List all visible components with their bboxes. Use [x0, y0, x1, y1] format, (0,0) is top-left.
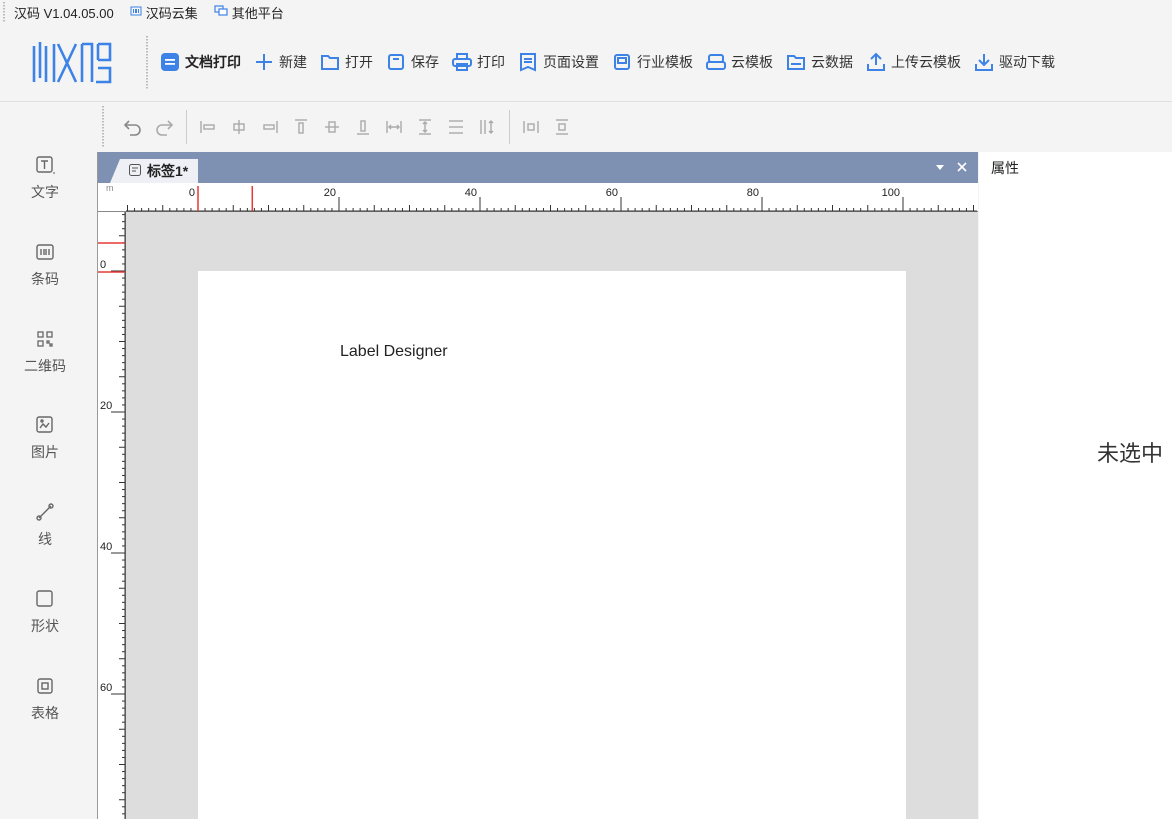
- ruler-h-label: 20: [324, 187, 336, 199]
- tab-menu-chevron-icon[interactable]: [934, 160, 946, 176]
- platform-icon: [214, 4, 228, 20]
- palette-text[interactable]: 文字: [0, 154, 90, 214]
- distribute-v-icon[interactable]: [412, 114, 438, 140]
- ruler-h-label: 60: [606, 187, 618, 199]
- equal-spacing-h-icon[interactable]: [474, 114, 500, 140]
- save-button[interactable]: 保存: [386, 52, 439, 72]
- align-separator: [186, 110, 187, 144]
- industry-template-button[interactable]: 行业模板: [612, 52, 693, 72]
- align-top-icon[interactable]: [288, 114, 314, 140]
- ruler-h-label: 80: [747, 187, 759, 199]
- undo-icon[interactable]: [120, 114, 146, 140]
- properties-panel: 属性 未选中: [979, 152, 1172, 819]
- palette-shape[interactable]: 形状: [0, 588, 90, 648]
- drag-handle: [3, 2, 5, 22]
- align-toolbar: [100, 102, 978, 152]
- page-settings-button[interactable]: 页面设置: [518, 52, 599, 72]
- vertical-ruler-ticks: 0 20 40 60: [98, 212, 126, 819]
- open-button[interactable]: 打开: [320, 52, 373, 72]
- close-icon[interactable]: [956, 160, 968, 176]
- qrcode-icon: [34, 328, 56, 350]
- cloud-template-icon: [706, 52, 726, 72]
- app-version: 汉码 V1.04.05.00: [14, 5, 114, 21]
- palette-qrcode[interactable]: 二维码: [0, 328, 90, 388]
- document-icon: [128, 163, 142, 180]
- ruler-h-label: 100: [882, 187, 900, 199]
- cloud-link[interactable]: 汉码云集: [130, 3, 198, 22]
- barcode-small-icon: [130, 5, 142, 20]
- cloud-data-icon: [786, 52, 806, 72]
- document-tab[interactable]: 标签1*: [109, 159, 199, 183]
- cloud-template-button[interactable]: 云模板: [706, 52, 773, 72]
- line-icon: [34, 501, 56, 523]
- align-right-icon[interactable]: [257, 114, 283, 140]
- horizontal-ruler: 0 20 40 60 80 100: [98, 183, 978, 212]
- document-window: 标签1* 0 20 40 60 80 100 m 0 20 40 60 Label Design…: [97, 152, 978, 819]
- image-icon: [34, 414, 56, 436]
- app-logo: [30, 38, 114, 88]
- equal-spacing-v-icon[interactable]: [443, 114, 469, 140]
- ruler-v-label: 40: [100, 541, 112, 553]
- document-print-icon: [160, 52, 180, 72]
- barcode-icon: [34, 241, 56, 263]
- document-tab-bar: 标签1*: [98, 152, 978, 183]
- text-icon: [34, 154, 56, 176]
- driver-download-button[interactable]: 驱动下载: [974, 52, 1055, 72]
- align-middle-v-icon[interactable]: [319, 114, 345, 140]
- toolbar-buttons: 文档打印 新建 打开 保存 打印 页面设置 行业模板 云模板 云数据 上传云模板…: [160, 52, 1068, 72]
- palette-barcode[interactable]: 条码: [0, 241, 90, 301]
- download-icon: [974, 52, 994, 72]
- properties-empty-message: 未选中: [1097, 442, 1164, 467]
- align-separator-2: [509, 110, 510, 144]
- ruler-h-label: 0: [189, 187, 195, 199]
- design-canvas[interactable]: Label Designer: [126, 212, 978, 819]
- shape-icon: [34, 588, 56, 610]
- palette-line[interactable]: 线: [0, 501, 90, 561]
- distribute-h-icon[interactable]: [381, 114, 407, 140]
- tab-controls: [934, 160, 968, 176]
- plus-icon: [254, 52, 274, 72]
- save-icon: [386, 52, 406, 72]
- palette-image[interactable]: 图片: [0, 414, 90, 474]
- element-palette: 文字 条码 二维码 图片 线 形状 表格: [0, 152, 97, 819]
- ruler-v-label: 20: [100, 400, 112, 412]
- redo-icon[interactable]: [151, 114, 177, 140]
- print-button[interactable]: 打印: [452, 52, 505, 72]
- ruler-unit: m: [106, 183, 114, 193]
- align-toolbar-handle: [102, 106, 104, 148]
- page-settings-icon: [518, 52, 538, 72]
- palette-table[interactable]: 表格: [0, 675, 90, 735]
- label-paper[interactable]: Label Designer: [198, 271, 906, 819]
- upload-cloud-template-button[interactable]: 上传云模板: [866, 52, 961, 72]
- horizontal-ruler-ticks: 0 20 40 60 80 100: [126, 186, 977, 212]
- title-bar: 汉码 V1.04.05.00 汉码云集 其他平台: [0, 0, 1172, 24]
- new-button[interactable]: 新建: [254, 52, 307, 72]
- properties-title: 属性: [991, 160, 1019, 176]
- industry-template-icon: [612, 52, 632, 72]
- ruler-h-label: 40: [465, 187, 477, 199]
- toolbar-separator: [146, 36, 148, 90]
- align-bottom-icon[interactable]: [350, 114, 376, 140]
- upload-icon: [866, 52, 886, 72]
- folder-icon: [320, 52, 340, 72]
- document-print-button[interactable]: 文档打印: [160, 52, 241, 72]
- canvas-text-element[interactable]: Label Designer: [340, 343, 448, 361]
- table-icon: [34, 675, 56, 697]
- ruler-v-label: 60: [100, 682, 112, 694]
- center-page-h-icon[interactable]: [518, 114, 544, 140]
- main-toolbar: 文档打印 新建 打开 保存 打印 页面设置 行业模板 云模板 云数据 上传云模板…: [0, 24, 1172, 102]
- align-left-icon[interactable]: [195, 114, 221, 140]
- center-page-v-icon[interactable]: [549, 114, 575, 140]
- align-center-h-icon[interactable]: [226, 114, 252, 140]
- other-platform-link[interactable]: 其他平台: [214, 3, 284, 22]
- printer-icon: [452, 52, 472, 72]
- cloud-data-button[interactable]: 云数据: [786, 52, 853, 72]
- vertical-ruler: 0 20 40 60: [98, 212, 126, 819]
- ruler-v-label: 0: [100, 259, 106, 271]
